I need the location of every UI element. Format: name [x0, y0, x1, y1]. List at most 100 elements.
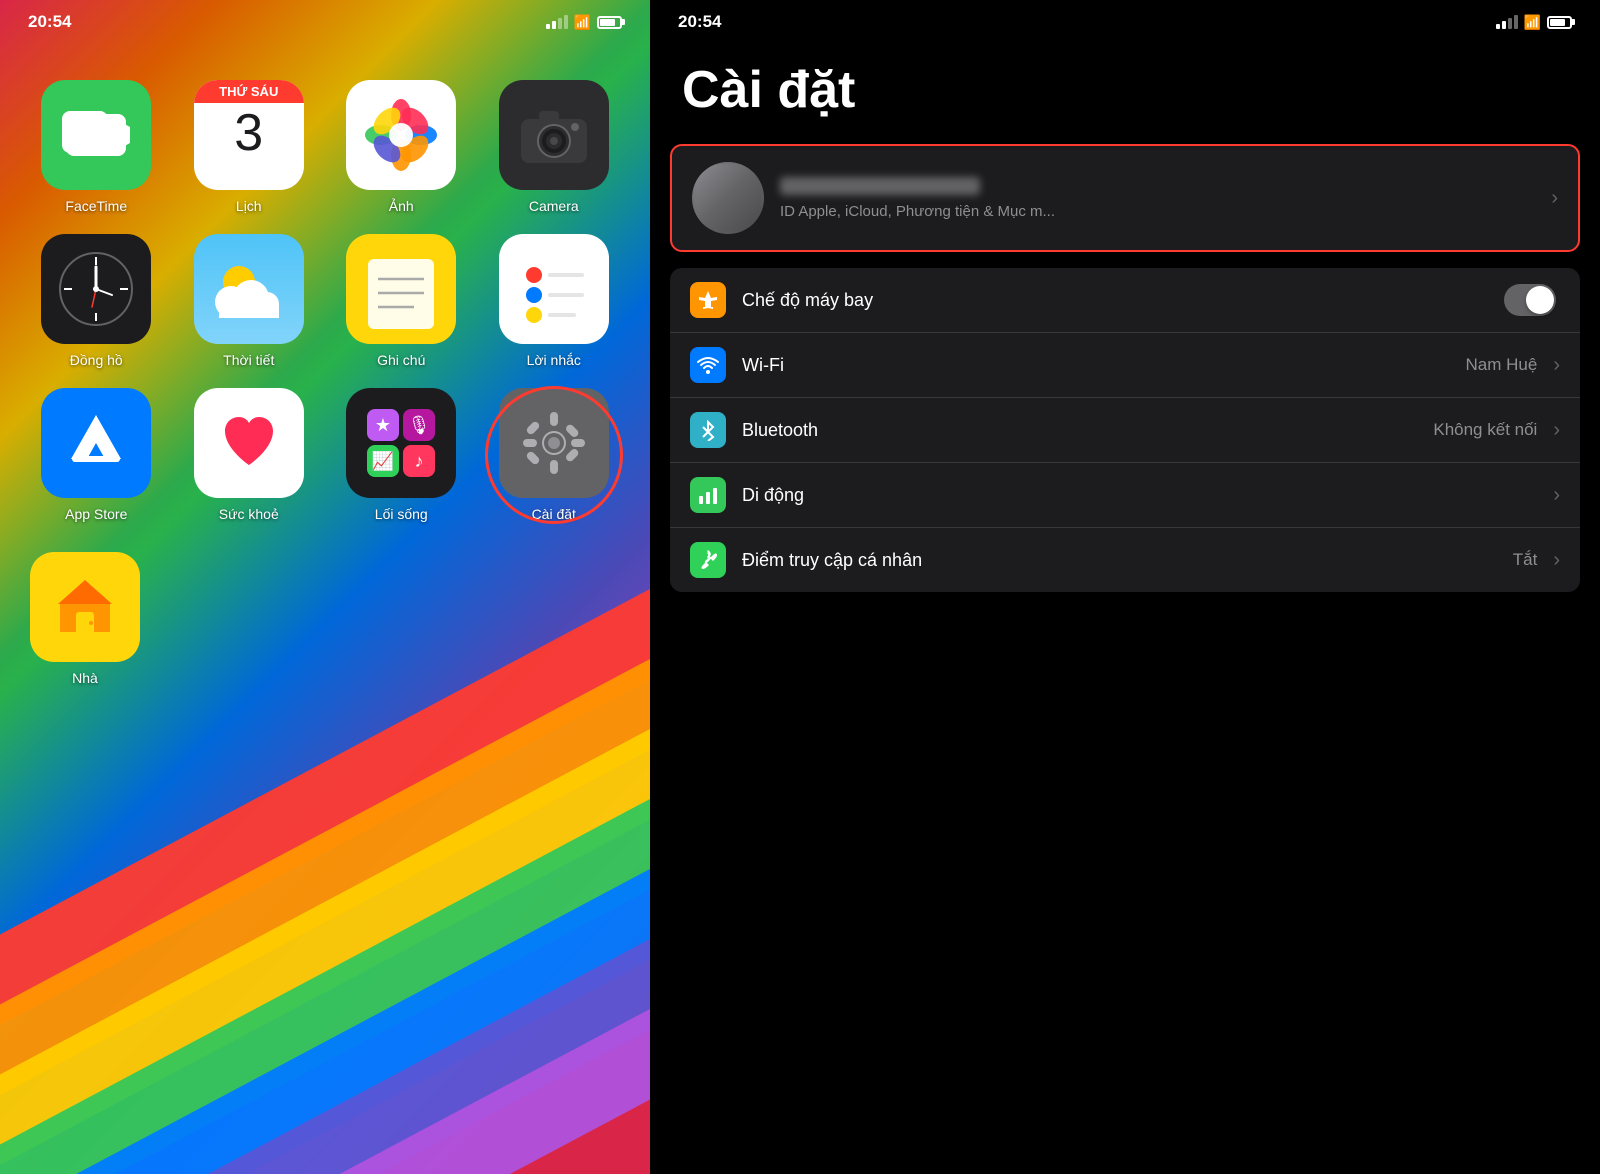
left-status-bar: 20:54 📶 — [0, 0, 650, 40]
reminders-icon — [499, 234, 609, 344]
cellular-icon — [690, 477, 726, 513]
settings-row-hotspot[interactable]: Điểm truy cập cá nhân Tắt › — [670, 528, 1580, 592]
apple-id-subtitle: ID Apple, iCloud, Phương tiện & Mục m... — [780, 203, 1543, 220]
health-label: Sức khoẻ — [219, 506, 279, 522]
wifi-settings-icon — [690, 347, 726, 383]
app-settings[interactable]: Cài đặt — [488, 388, 621, 522]
cellular-label: Di động — [742, 485, 1545, 506]
notes-svg — [364, 249, 438, 329]
signal-bar-1 — [1496, 24, 1500, 29]
appstore-svg — [63, 407, 129, 479]
cellular-chevron: › — [1553, 484, 1560, 507]
hotspot-icon — [690, 542, 726, 578]
app-notes[interactable]: Ghi chú — [335, 234, 468, 368]
lifestyle-label: Lối sống — [375, 506, 428, 522]
signal-icon — [546, 15, 568, 29]
toggle-knob — [1526, 286, 1554, 314]
right-battery-icon — [1547, 16, 1572, 29]
signal-bar-4 — [1514, 15, 1518, 29]
app-weather[interactable]: Thời tiết — [183, 234, 316, 368]
camera-label: Camera — [529, 198, 579, 214]
right-battery-fill — [1550, 19, 1565, 26]
notes-icon — [346, 234, 456, 344]
settings-screen: 20:54 📶 Cài đặt ID Apple, iCloud, Phương… — [650, 0, 1600, 1174]
battery-fill — [600, 19, 615, 26]
bluetooth-label: Bluetooth — [742, 420, 1433, 441]
app-home[interactable]: Nhà — [30, 552, 140, 686]
clock-icon — [41, 234, 151, 344]
lifestyle-icon: ★ 🎙 📈 ♪ — [346, 388, 456, 498]
apple-id-avatar — [692, 162, 764, 234]
home-svg — [48, 570, 122, 644]
clock-svg — [56, 249, 136, 329]
settings-title: Cài đặt — [650, 40, 1600, 144]
app-facetime[interactable]: FaceTime — [30, 80, 163, 214]
right-time: 20:54 — [678, 12, 721, 32]
health-icon — [194, 388, 304, 498]
settings-row-bluetooth[interactable]: Bluetooth Không kết nối › — [670, 398, 1580, 463]
apple-id-row[interactable]: ID Apple, iCloud, Phương tiện & Mục m...… — [670, 144, 1580, 252]
appstore-icon — [41, 388, 151, 498]
settings-row-airplane[interactable]: Chế độ máy bay — [670, 268, 1580, 333]
reminders-label: Lời nhắc — [527, 352, 581, 368]
reminders-svg — [514, 249, 594, 329]
right-status-bar: 20:54 📶 — [650, 0, 1600, 40]
signal-bar-1 — [546, 24, 550, 29]
weather-svg — [209, 254, 289, 324]
calendar-day-number: 3 — [234, 107, 263, 159]
home-label: Nhà — [72, 670, 98, 686]
airplane-svg — [697, 289, 719, 311]
signal-bar-2 — [552, 21, 556, 29]
wifi-chevron: › — [1553, 354, 1560, 377]
hotspot-label: Điểm truy cập cá nhân — [742, 550, 1513, 571]
svg-text:♪: ♪ — [415, 451, 424, 471]
app-appstore[interactable]: App Store — [30, 388, 163, 522]
settings-row-wifi[interactable]: Wi-Fi Nam Huệ › — [670, 333, 1580, 398]
weather-label: Thời tiết — [223, 352, 274, 368]
calendar-icon: THỨ SÁU 3 — [194, 80, 304, 190]
airplane-mode-toggle[interactable] — [1504, 284, 1556, 316]
bluetooth-icon — [690, 412, 726, 448]
wifi-status-icon: 📶 — [574, 14, 591, 31]
app-calendar[interactable]: THỨ SÁU 3 Lịch — [183, 80, 316, 214]
app-grid: FaceTime THỨ SÁU 3 Lịch — [0, 50, 650, 542]
photos-icon — [346, 80, 456, 190]
hotspot-chevron: › — [1553, 549, 1560, 572]
right-status-icons: 📶 — [1496, 14, 1572, 31]
home-screen: 20:54 📶 FaceTime — [0, 0, 650, 1174]
avatar-image-blurred — [692, 162, 764, 234]
cellular-svg — [697, 484, 719, 506]
airplane-mode-icon — [690, 282, 726, 318]
app-reminders[interactable]: Lời nhắc — [488, 234, 621, 368]
left-time: 20:54 — [28, 12, 71, 32]
hotspot-svg — [697, 549, 719, 571]
signal-bar-3 — [558, 18, 562, 29]
right-signal-icon — [1496, 15, 1518, 29]
airplane-mode-label: Chế độ máy bay — [742, 290, 1504, 311]
photos-label: Ảnh — [389, 198, 414, 214]
left-status-icons: 📶 — [546, 14, 622, 31]
app-photos[interactable]: Ảnh — [335, 80, 468, 214]
apple-id-name-blurred — [780, 177, 980, 195]
app-camera[interactable]: Camera — [488, 80, 621, 214]
lifestyle-svg: ★ 🎙 📈 ♪ — [361, 403, 441, 483]
svg-text:★: ★ — [375, 415, 391, 435]
app-health[interactable]: Sức khoẻ — [183, 388, 316, 522]
settings-row-cellular[interactable]: Di động › — [670, 463, 1580, 528]
bottom-app-row: Nhà — [0, 542, 650, 696]
apple-id-chevron: › — [1551, 187, 1558, 210]
app-lifestyle[interactable]: ★ 🎙 📈 ♪ Lối sống — [335, 388, 468, 522]
calendar-label: Lịch — [236, 198, 262, 214]
app-clock[interactable]: Đồng hồ — [30, 234, 163, 368]
clock-label: Đồng hồ — [70, 352, 123, 368]
settings-list: Chế độ máy bay Wi-Fi Nam Huệ — [650, 268, 1600, 592]
facetime-label: FaceTime — [65, 198, 127, 214]
settings-section-connectivity: Chế độ máy bay Wi-Fi Nam Huệ — [670, 268, 1580, 592]
photos-svg — [361, 95, 441, 175]
appstore-label: App Store — [65, 506, 127, 522]
signal-bar-4 — [564, 15, 568, 29]
wifi-label: Wi-Fi — [742, 355, 1466, 376]
hotspot-value: Tắt — [1513, 550, 1538, 570]
facetime-svg — [62, 111, 130, 159]
signal-bar-3 — [1508, 18, 1512, 29]
